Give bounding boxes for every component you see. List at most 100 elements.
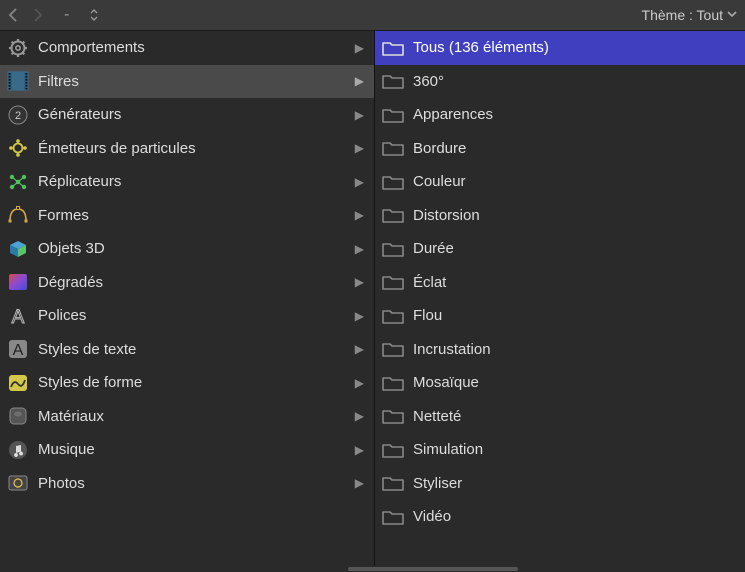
gradient-icon xyxy=(6,271,30,293)
subcategory-label: Couleur xyxy=(413,173,739,190)
subcategory-row[interactable]: Netteté xyxy=(375,400,745,434)
category-label: Formes xyxy=(38,207,347,224)
folder-icon xyxy=(381,439,405,461)
toolbar-left: - xyxy=(8,6,99,24)
nav-history xyxy=(8,7,44,23)
subcategory-label: Apparences xyxy=(413,106,739,123)
subcategory-row[interactable]: Couleur xyxy=(375,165,745,199)
photos-icon xyxy=(6,472,30,494)
subcategory-column: Tous (136 éléments) 360° Apparences Bord… xyxy=(375,31,745,566)
subcategory-label: Vidéo xyxy=(413,508,739,525)
subcategory-label: Mosaïque xyxy=(413,374,739,391)
subcategory-row[interactable]: Incrustation xyxy=(375,333,745,367)
folder-icon xyxy=(381,204,405,226)
subcategory-label: Distorsion xyxy=(413,207,739,224)
category-label: Styles de texte xyxy=(38,341,347,358)
category-row-polices[interactable]: A Polices ▶ xyxy=(0,299,374,333)
category-label: Comportements xyxy=(38,39,347,56)
subcategory-row[interactable]: Flou xyxy=(375,299,745,333)
back-button[interactable] xyxy=(8,7,20,23)
category-label: Réplicateurs xyxy=(38,173,347,190)
disclosure-arrow-icon: ▶ xyxy=(355,175,368,189)
subcategory-row[interactable]: 360° xyxy=(375,65,745,99)
subcategory-label: Netteté xyxy=(413,408,739,425)
subcategory-label: Bordure xyxy=(413,140,739,157)
subcategory-row[interactable]: Vidéo xyxy=(375,500,745,534)
subcategory-label: Éclat xyxy=(413,274,739,291)
gen2-icon: 2 xyxy=(6,104,30,126)
subcategory-row[interactable]: Styliser xyxy=(375,467,745,501)
folder-icon xyxy=(381,171,405,193)
disclosure-arrow-icon: ▶ xyxy=(355,275,368,289)
path-popup-button[interactable] xyxy=(89,8,99,22)
folder-icon xyxy=(381,238,405,260)
folder-icon xyxy=(381,405,405,427)
forward-button[interactable] xyxy=(32,7,44,23)
music-icon xyxy=(6,439,30,461)
disclosure-arrow-icon: ▶ xyxy=(355,74,368,88)
subcategory-row[interactable]: Simulation xyxy=(375,433,745,467)
gear-icon xyxy=(6,37,30,59)
folder-icon xyxy=(381,70,405,92)
subcategory-row[interactable]: Bordure xyxy=(375,132,745,166)
disclosure-arrow-icon: ▶ xyxy=(355,376,368,390)
folder-icon xyxy=(381,338,405,360)
folder-icon xyxy=(381,137,405,159)
cube3d-icon xyxy=(6,238,30,260)
theme-dropdown[interactable]: Thème : Tout xyxy=(642,7,737,23)
folder-icon xyxy=(381,372,405,394)
category-row-materiaux[interactable]: Matériaux ▶ xyxy=(0,400,374,434)
subcategory-label: Flou xyxy=(413,307,739,324)
disclosure-arrow-icon: ▶ xyxy=(355,342,368,356)
category-row-comportements[interactable]: Comportements ▶ xyxy=(0,31,374,65)
category-row-objets3d[interactable]: Objets 3D ▶ xyxy=(0,232,374,266)
folder-icon xyxy=(381,104,405,126)
subcategory-label: Durée xyxy=(413,240,739,257)
emitter-icon xyxy=(6,137,30,159)
category-label: Polices xyxy=(38,307,347,324)
category-label: Styles de forme xyxy=(38,374,347,391)
category-row-musique[interactable]: Musique ▶ xyxy=(0,433,374,467)
browser-columns: Comportements ▶ Filtres ▶ 2 Générateurs … xyxy=(0,31,745,566)
subcategory-row[interactable]: Apparences xyxy=(375,98,745,132)
category-label: Musique xyxy=(38,441,347,458)
category-row-filtres[interactable]: Filtres ▶ xyxy=(0,65,374,99)
disclosure-arrow-icon: ▶ xyxy=(355,208,368,222)
subcategory-row[interactable]: Tous (136 éléments) xyxy=(375,31,745,65)
font-outline-icon: A xyxy=(6,305,30,327)
folder-icon xyxy=(381,506,405,528)
category-row-emetteurs[interactable]: Émetteurs de particules ▶ xyxy=(0,132,374,166)
category-row-formes[interactable]: Formes ▶ xyxy=(0,199,374,233)
scrollbar-thumb[interactable] xyxy=(348,567,518,571)
category-row-replicateurs[interactable]: Réplicateurs ▶ xyxy=(0,165,374,199)
category-label: Dégradés xyxy=(38,274,347,291)
category-row-photos[interactable]: Photos ▶ xyxy=(0,467,374,501)
path-separator: - xyxy=(58,6,75,24)
subcategory-row[interactable]: Mosaïque xyxy=(375,366,745,400)
category-row-styles-forme[interactable]: Styles de forme ▶ xyxy=(0,366,374,400)
disclosure-arrow-icon: ▶ xyxy=(355,409,368,423)
subcategory-row[interactable]: Distorsion xyxy=(375,199,745,233)
subcategory-row[interactable]: Durée xyxy=(375,232,745,266)
filmstrip-icon xyxy=(6,70,30,92)
subcategory-label: 360° xyxy=(413,73,739,90)
subcategory-label: Tous (136 éléments) xyxy=(413,39,739,56)
category-row-degrades[interactable]: Dégradés ▶ xyxy=(0,266,374,300)
disclosure-arrow-icon: ▶ xyxy=(355,141,368,155)
folder-icon xyxy=(381,305,405,327)
category-label: Matériaux xyxy=(38,408,347,425)
shape-icon xyxy=(6,204,30,226)
category-row-styles-texte[interactable]: A Styles de texte ▶ xyxy=(0,333,374,367)
subcategory-row[interactable]: Éclat xyxy=(375,266,745,300)
subcategory-label: Styliser xyxy=(413,475,739,492)
svg-text:A: A xyxy=(12,307,25,327)
svg-text:2: 2 xyxy=(15,110,21,122)
theme-dropdown-label: Thème : Tout xyxy=(642,7,723,23)
disclosure-arrow-icon: ▶ xyxy=(355,108,368,122)
svg-text:A: A xyxy=(13,342,24,359)
horizontal-scrollbar[interactable] xyxy=(0,566,745,572)
toolbar: - Thème : Tout xyxy=(0,0,745,31)
disclosure-arrow-icon: ▶ xyxy=(355,41,368,55)
category-label: Générateurs xyxy=(38,106,347,123)
category-row-generateurs[interactable]: 2 Générateurs ▶ xyxy=(0,98,374,132)
